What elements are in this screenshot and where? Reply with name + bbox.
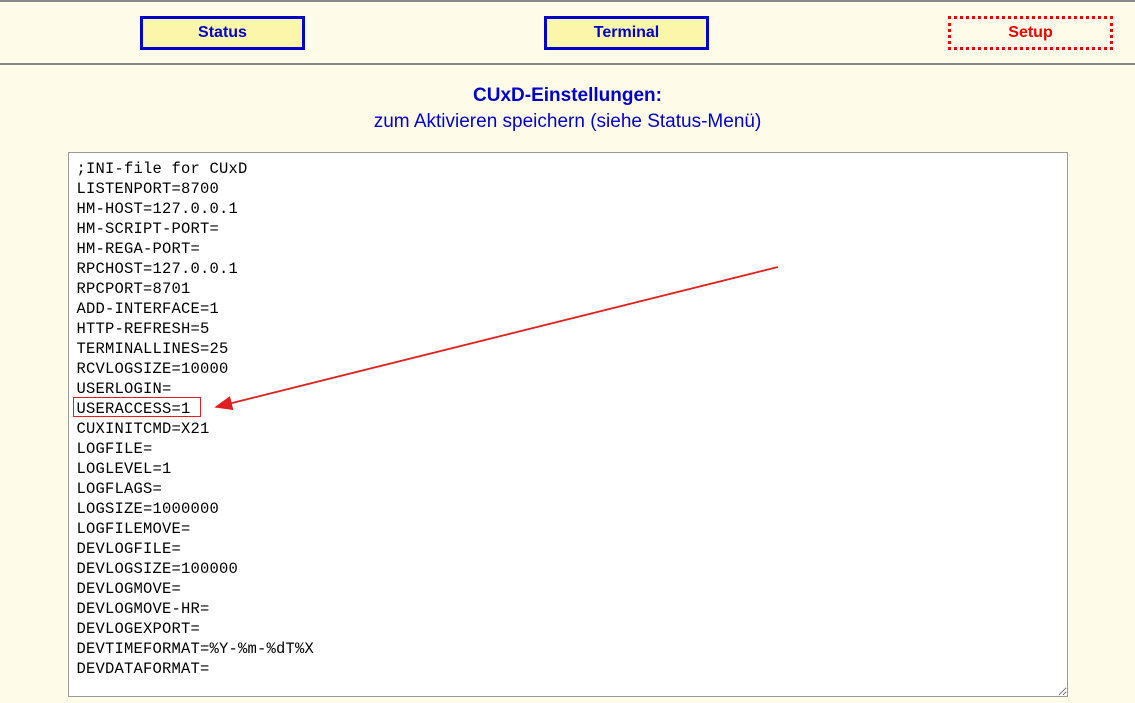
nav-bar: Status Terminal Setup bbox=[0, 2, 1135, 65]
ini-editor[interactable] bbox=[68, 152, 1068, 697]
status-button[interactable]: Status bbox=[140, 16, 305, 50]
page-heading: CUxD-Einstellungen: zum Aktivieren speic… bbox=[0, 83, 1135, 134]
heading-title: CUxD-Einstellungen: bbox=[0, 83, 1135, 109]
heading-subtitle: zum Aktivieren speichern (siehe Status-M… bbox=[0, 109, 1135, 135]
editor-container bbox=[68, 152, 1068, 702]
setup-button[interactable]: Setup bbox=[948, 16, 1113, 50]
terminal-button[interactable]: Terminal bbox=[544, 16, 709, 50]
